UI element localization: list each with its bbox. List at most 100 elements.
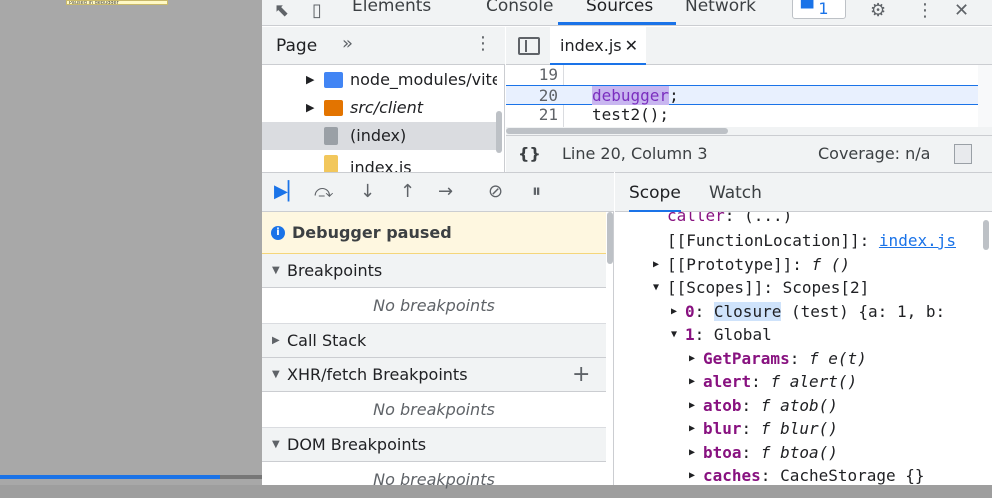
step-over-icon[interactable]: ⤼ — [314, 181, 333, 202]
file-tab-index-js[interactable]: index.js ✕ — [550, 27, 646, 65]
collapse-triangle-icon: ▼ — [272, 439, 280, 450]
tree-item[interactable]: (index) — [262, 122, 497, 150]
pretty-print-button[interactable]: {} — [518, 136, 541, 172]
expand-arrow-icon[interactable]: ▶ — [306, 66, 314, 94]
expand-arrow-icon[interactable]: ▶ — [689, 394, 695, 418]
more-options-icon[interactable]: ⋮ — [916, 0, 934, 22]
expand-arrow-icon[interactable]: ▶ — [689, 464, 695, 485]
download-icon[interactable] — [954, 144, 972, 164]
issues-count: 1 — [818, 0, 829, 18]
add-icon[interactable]: + — [572, 358, 590, 392]
paused-in-debugger-badge: Paused in debugger — [66, 0, 168, 5]
collapse-arrow-icon[interactable]: ▼ — [671, 323, 677, 347]
pause-on-exceptions-icon[interactable]: ⏸ — [532, 181, 541, 202]
deactivate-breakpoints-icon[interactable]: ⊘ — [488, 181, 503, 202]
expand-triangle-icon: ▶ — [272, 335, 280, 346]
more-tabs-icon[interactable]: » — [342, 33, 353, 54]
editor-vertical-scrollbar[interactable] — [978, 65, 992, 127]
resume-icon[interactable]: ▶▏ — [274, 181, 302, 202]
expand-arrow-icon[interactable]: ▶ — [689, 417, 695, 441]
property-value: f () — [811, 255, 851, 274]
section-title: DOM Breakpoints — [287, 435, 427, 454]
paused-status-text: Debugger paused — [292, 223, 452, 242]
collapse-arrow-icon[interactable]: ▼ — [653, 276, 659, 300]
step-icon[interactable]: → — [438, 181, 453, 202]
close-icon[interactable]: ✕ — [954, 0, 969, 22]
empty-breakpoints-text: No breakpoints — [262, 288, 606, 324]
expand-arrow-icon[interactable]: ▶ — [689, 347, 695, 371]
editor-horizontal-scrollbar[interactable] — [506, 127, 992, 135]
inspect-element-icon[interactable]: ⬉ — [274, 0, 289, 22]
debugger-scrollbar[interactable] — [607, 212, 613, 264]
code-text: debugger; — [592, 86, 679, 106]
expand-arrow-icon[interactable]: ▶ — [671, 300, 677, 324]
tree-item[interactable]: ▶ src/client — [262, 94, 497, 122]
editor-statusbar: {} Line 20, Column 3 Coverage: n/a — [506, 135, 992, 172]
expand-arrow-icon[interactable]: ▶ — [306, 94, 314, 122]
expand-arrow-icon[interactable]: ▶ — [689, 370, 695, 394]
coverage-status: Coverage: n/a — [818, 144, 931, 163]
property-value: CacheStorage {} — [780, 466, 925, 485]
expand-arrow-icon[interactable]: ▶ — [689, 441, 695, 465]
tab-network[interactable]: Network — [685, 0, 756, 16]
empty-xhr-breakpoints-text: No breakpoints — [262, 392, 606, 428]
step-into-icon[interactable]: ↓ — [360, 181, 375, 202]
line-number[interactable]: 20 — [518, 86, 558, 106]
step-out-icon[interactable]: ↑ — [400, 181, 415, 202]
navigator-pane: Page » ⋮ ▶ node_modules/vite ▶ src/clien… — [262, 27, 505, 172]
property-key: [[FunctionLocation]]: — [667, 231, 879, 250]
navigator-menu-icon[interactable]: ⋮ — [474, 33, 492, 54]
section-dom-breakpoints[interactable]: ▼ DOM Breakpoints — [262, 428, 606, 462]
collapse-triangle-icon: ▼ — [272, 369, 280, 380]
property-key: blur — [703, 419, 742, 438]
file-icon — [324, 127, 338, 145]
toggle-navigator-icon[interactable] — [518, 37, 540, 55]
tree-item[interactable]: ▶ node_modules/vite — [262, 66, 497, 94]
code-area[interactable]: 19 20 debugger; 21 test2(); — [506, 65, 992, 127]
tree-item[interactable]: index.js — [262, 150, 497, 172]
inspected-page: Paused in debugger — [0, 0, 262, 485]
property-value: f atob() — [760, 396, 838, 415]
issues-badge[interactable]: ▀ 1 — [792, 0, 846, 19]
expand-arrow-icon[interactable]: ▶ — [653, 253, 659, 277]
folder-icon — [324, 72, 343, 88]
code-line-current: 20 debugger; — [506, 85, 992, 105]
navigator-scrollbar[interactable] — [496, 111, 502, 153]
tab-scope[interactable]: Scope — [629, 173, 681, 212]
function-location-link[interactable]: index.js — [879, 231, 956, 250]
tab-elements[interactable]: Elements — [352, 0, 431, 16]
devtools-topbar: ⬉ ▯ Elements Console Sources Network ▀ 1… — [262, 0, 992, 26]
tree-item-label: src/client — [350, 98, 424, 117]
section-xhr-breakpoints[interactable]: ▼ XHR/fetch Breakpoints + — [262, 358, 606, 392]
property-key: [[Prototype]]: — [667, 255, 812, 274]
scope-scrollbar[interactable] — [983, 220, 989, 250]
section-title: XHR/fetch Breakpoints — [287, 365, 468, 384]
tree-item-label: node_modules/vite — [350, 70, 497, 89]
tab-watch[interactable]: Watch — [709, 173, 762, 212]
property-key: atob — [703, 396, 742, 415]
file-tab-label: index.js — [560, 36, 622, 55]
section-call-stack[interactable]: ▶ Call Stack — [262, 324, 606, 358]
property-key: caches — [703, 466, 761, 485]
gear-icon[interactable]: ⚙ — [870, 0, 886, 22]
section-breakpoints[interactable]: ▼ Breakpoints — [262, 254, 606, 288]
collapse-triangle-icon: ▼ — [272, 265, 280, 276]
tab-sources[interactable]: Sources — [586, 0, 653, 16]
debugger-sidebar: ▶▏ ⤼ ↓ ↑ → ⊘ ⏸ i Debugger paused ▼ Break… — [262, 172, 614, 489]
folder-icon — [324, 100, 343, 116]
scrollbar-thumb[interactable] — [506, 128, 728, 134]
property-key: [[Scopes]] — [667, 278, 764, 297]
close-icon[interactable]: ✕ — [625, 27, 638, 65]
tree-item-label: (index) — [350, 126, 407, 145]
section-title: Breakpoints — [287, 261, 383, 280]
tab-page[interactable]: Page — [276, 36, 317, 56]
property-value: : (...) — [724, 212, 793, 225]
active-tab-indicator — [558, 22, 676, 25]
line-number[interactable]: 21 — [518, 105, 558, 125]
property-value: f alert() — [770, 372, 858, 391]
property-value: f blur() — [760, 419, 838, 438]
tree-item-label: index.js — [350, 158, 412, 172]
device-toolbar-icon[interactable]: ▯ — [312, 0, 322, 22]
tab-console[interactable]: Console — [486, 0, 554, 16]
line-number[interactable]: 19 — [518, 65, 558, 85]
